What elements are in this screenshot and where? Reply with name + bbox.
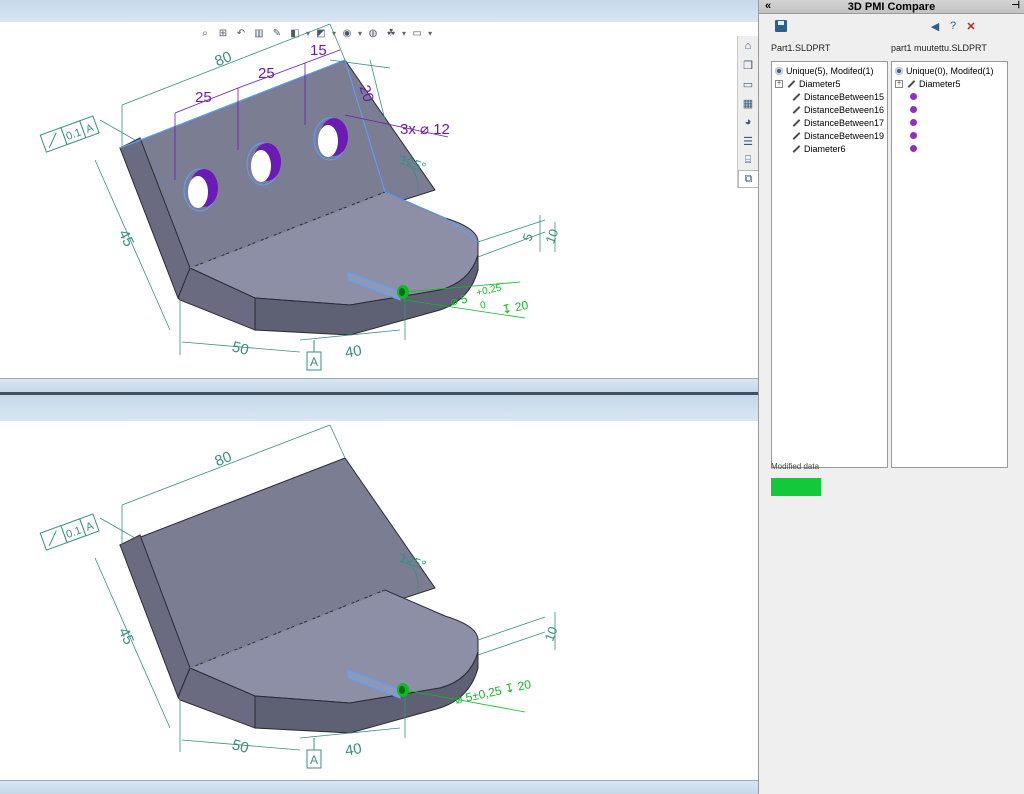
feature-control-frame[interactable]: 0.1 A (39, 513, 100, 551)
dim-5[interactable]: 5 (519, 231, 536, 243)
tree-item[interactable]: DistanceBetween17 (775, 116, 884, 129)
svg-text:⌀ 5: ⌀ 5 (449, 292, 469, 309)
file-explorer-tab-icon[interactable]: ▭ (738, 75, 758, 93)
home-tab-icon[interactable]: ⌂ (738, 37, 758, 55)
missing-dot-icon (910, 119, 917, 126)
bottom-viewport[interactable]: 80 125° 45 10 50 40 A 0.1 A ⌀ 5±0,25 ↧ 2… (0, 392, 758, 794)
placeholder-item (895, 142, 1004, 155)
back-icon[interactable]: ◀ (929, 20, 941, 33)
dim-40[interactable]: 40 (344, 740, 363, 760)
panel-actions: ◀ ? ✕ (929, 20, 977, 33)
expand-icon[interactable]: + (775, 79, 783, 88)
part-icon (895, 66, 903, 75)
missing-dot-icon (910, 145, 917, 152)
hole-callout[interactable]: 3x ⌀ 12 (400, 121, 450, 138)
tree-root[interactable]: Unique(5), Modifed(1) (775, 64, 884, 77)
datum-a[interactable]: A (306, 738, 322, 769)
dim-80[interactable]: 80 (212, 48, 234, 70)
view-palette-tab-icon[interactable]: ▦ (738, 94, 758, 112)
right-file-label: part1 muutettu.SLDPRT (891, 43, 987, 53)
part-icon (775, 66, 783, 75)
svg-text:+0,25: +0,25 (475, 283, 502, 299)
dimension-icon (791, 92, 801, 102)
pmi-compare-tab-icon[interactable]: ⧉ (738, 170, 758, 188)
dimension-icon (786, 79, 796, 89)
dim-25b[interactable]: 25 (258, 65, 275, 82)
panel-title-bar: « 3D PMI Compare ⊣ (759, 0, 1024, 14)
missing-dot-icon (910, 93, 917, 100)
viewport-footer (0, 378, 758, 392)
legend-label: Modified data (771, 462, 820, 469)
left-compare-tree[interactable]: Unique(5), Modifed(1) + Diameter5 Distan… (771, 61, 888, 468)
dim-45[interactable]: 45 (115, 227, 137, 249)
viewport-footer (0, 780, 758, 794)
collapse-panel-icon[interactable]: « (765, 0, 771, 12)
dim-50[interactable]: 50 (230, 338, 251, 359)
close-icon[interactable]: ✕ (965, 20, 977, 33)
dimension-icon (791, 105, 801, 115)
dim-15[interactable]: 15 (310, 42, 327, 59)
forum-tab-icon[interactable]: ⌸ (738, 151, 758, 169)
tree-item[interactable]: Diameter6 (775, 142, 884, 155)
dim-45[interactable]: 45 (115, 625, 137, 647)
right-compare-tree[interactable]: Unique(0), Modifed(1) + Diameter5 (891, 61, 1008, 468)
task-pane-tabs: ⌂ ❒ ▭ ▦ ◕ ☰ ⌸ ⧉ (737, 36, 758, 188)
svg-text:A: A (310, 753, 318, 767)
dimension-icon (906, 79, 916, 89)
dim-50[interactable]: 50 (230, 736, 251, 757)
dimension-icon (791, 144, 801, 154)
save-icon[interactable] (775, 20, 787, 32)
dim-80[interactable]: 80 (212, 448, 234, 470)
svg-text:0: 0 (479, 300, 487, 312)
custom-properties-tab-icon[interactable]: ☰ (738, 132, 758, 150)
dimension-icon (791, 118, 801, 128)
feature-control-frame[interactable]: 0.1 A (39, 115, 100, 153)
placeholder-item (895, 116, 1004, 129)
resources-tab-icon[interactable]: ❒ (738, 56, 758, 74)
datum-a[interactable]: A (306, 340, 322, 371)
missing-dot-icon (910, 106, 917, 113)
appearances-tab-icon[interactable]: ◕ (738, 113, 758, 131)
help-icon[interactable]: ? (947, 20, 959, 32)
placeholder-item (895, 103, 1004, 116)
left-file-label: Part1.SLDPRT (771, 43, 831, 53)
dim-40[interactable]: 40 (344, 342, 363, 362)
tree-item[interactable]: DistanceBetween16 (775, 103, 884, 116)
expand-icon[interactable]: + (895, 79, 903, 88)
pin-icon[interactable]: ⊣ (1011, 0, 1020, 11)
dimension-icon (791, 131, 801, 141)
svg-text:↧ 20: ↧ 20 (500, 298, 529, 317)
tree-item[interactable]: DistanceBetween15 (775, 90, 884, 103)
pmi-compare-panel: « 3D PMI Compare ⊣ ◀ ? ✕ Part1.SLDPRT pa… (758, 0, 1024, 794)
placeholder-item (895, 90, 1004, 103)
top-model-view[interactable]: 25 25 15 20 3x ⌀ 12 80 125° 45 5 10 50 4… (0, 0, 758, 392)
top-viewport[interactable]: ⌕ ⊞ ↶ ▥ ✎ ◧ ▾ ◩ ▾ ◉ ▾ ◍ ☘ ▾ ▭ ▾ 25 25 15… (0, 0, 758, 392)
svg-text:A: A (310, 355, 318, 369)
bottom-model-view[interactable]: 80 125° 45 10 50 40 A 0.1 A ⌀ 5±0,25 ↧ 2… (0, 392, 758, 794)
missing-dot-icon (910, 132, 917, 139)
dim-10[interactable]: 10 (541, 624, 560, 643)
tree-item[interactable]: DistanceBetween19 (775, 129, 884, 142)
dim-10[interactable]: 10 (542, 227, 561, 246)
tree-root[interactable]: Unique(0), Modifed(1) (895, 64, 1004, 77)
dim-25a[interactable]: 25 (195, 89, 212, 106)
solidworks-window: ⌕ ⊞ ↶ ▥ ✎ ◧ ▾ ◩ ▾ ◉ ▾ ◍ ☘ ▾ ▭ ▾ 25 25 15… (0, 0, 1024, 794)
placeholder-item (895, 129, 1004, 142)
tree-item[interactable]: + Diameter5 (775, 77, 884, 90)
panel-title: 3D PMI Compare (847, 0, 936, 13)
modified-color-swatch (771, 478, 821, 496)
tree-item[interactable]: + Diameter5 (895, 77, 1004, 90)
